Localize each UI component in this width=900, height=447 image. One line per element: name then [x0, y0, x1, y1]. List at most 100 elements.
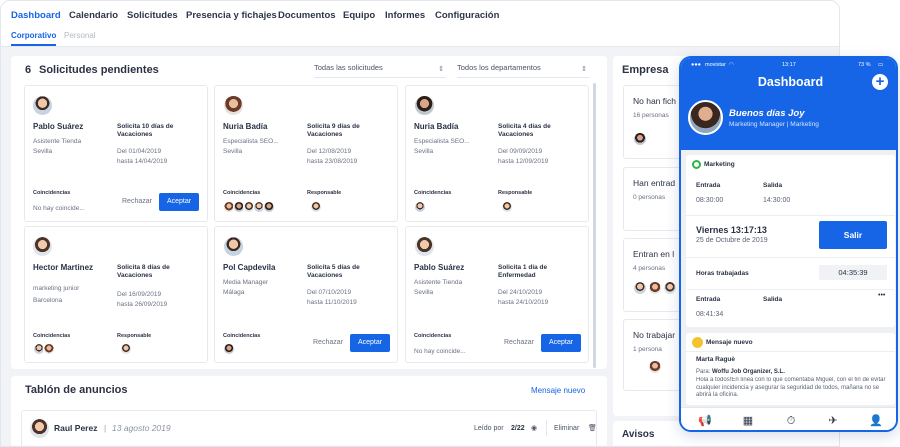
employee-city: Barcelona [33, 297, 63, 304]
date-from: Del 12/08/2019 [307, 148, 352, 155]
more-options-icon[interactable]: ••• [878, 292, 885, 299]
wifi-icon: ◠ [729, 62, 734, 68]
select-chevron-icon: ⇕ [581, 66, 587, 73]
avatar [648, 281, 662, 295]
avatar [633, 132, 647, 146]
message-author: Marta Raguè [696, 356, 736, 363]
employee-city: Sevilla [223, 148, 243, 155]
divider [686, 215, 895, 216]
avatar [30, 419, 49, 438]
nav-calendario[interactable]: Calendario [69, 10, 118, 21]
responsible-label: Responsable [498, 190, 533, 196]
date-from: Del 24/10/2019 [498, 289, 543, 296]
request-card[interactable]: Pol Capdevila Media Manager Málaga Solic… [214, 226, 398, 363]
message-recipient: Woffu Job Organizer, S.L. [712, 369, 785, 375]
requests-scrollbar[interactable] [593, 83, 596, 368]
clock-out-button[interactable]: Salir [819, 221, 887, 249]
request-summary: Solicita 4 días de Vacaciones [498, 123, 551, 138]
reject-button[interactable]: Rechazar [504, 339, 534, 346]
employee-name: Pablo Suárez [33, 122, 84, 131]
status-card-title: Entran en l [633, 249, 675, 259]
current-day: Viernes 13:17:13 [696, 225, 767, 235]
new-message-link[interactable]: Mensaje nuevo [531, 386, 585, 395]
nav-documentos[interactable]: Documentos [278, 10, 336, 21]
delete-button[interactable]: Eliminar [554, 425, 579, 432]
department-select[interactable]: Todos los departamentos ⇕ [457, 63, 589, 78]
coincidences-label: Coincidencias [33, 190, 71, 196]
date-to: hasta 11/10/2019 [307, 299, 357, 306]
date-to: hasta 26/09/2019 [117, 301, 168, 308]
status-card-title: No trabajar [633, 330, 676, 340]
avatar [224, 237, 243, 256]
divider [686, 257, 895, 258]
add-icon[interactable]: + [872, 74, 888, 90]
stopwatch-icon[interactable]: ⏱ [782, 413, 800, 429]
nav-informes[interactable]: Informes [385, 10, 425, 21]
employee-role: Asistente Tienda [414, 279, 463, 286]
current-date: 25 de Octubre de 2019 [696, 237, 768, 244]
hours-worked-label: Horas trabajadas [696, 270, 749, 277]
accept-button[interactable]: Aceptar [350, 334, 390, 352]
status-card-title: Han entrad [633, 178, 676, 188]
tab-personal[interactable]: Personal [64, 31, 96, 40]
request-type-value: Todas las solicitudes [314, 63, 383, 72]
request-card[interactable]: Pablo Suárez Asistente Tienda Sevilla So… [24, 85, 208, 222]
date-to: hasta 24/10/2019 [498, 299, 549, 306]
date-to: hasta 12/09/2019 [498, 158, 549, 165]
employee-role: Especialista SEO... [223, 138, 279, 145]
bulletin-post[interactable]: Raul Perez | 13 agosto 2019 Leído por 2/… [21, 410, 597, 446]
avatar [648, 360, 662, 374]
accept-button[interactable]: Aceptar [541, 334, 581, 352]
tab-corporativo[interactable]: Corporativo [11, 31, 56, 40]
reject-button[interactable]: Rechazar [122, 198, 152, 205]
user-role: Marketing Manager | Marketing [729, 121, 819, 128]
megaphone-icon[interactable]: 📢 [696, 413, 714, 429]
coincidences-label: Coincidencias [223, 190, 261, 196]
status-card-count: 0 personas [633, 194, 666, 201]
nav-solicitudes[interactable]: Solicitudes [127, 10, 178, 21]
employee-city: Sevilla [414, 289, 434, 296]
accept-button[interactable]: Aceptar [159, 193, 199, 211]
nav-presencia[interactable]: Presencia y fichajes [186, 10, 277, 21]
status-time: 13:17 [782, 62, 796, 68]
requests-count: 6 [25, 64, 32, 76]
status-card-count: 4 personas [633, 265, 666, 272]
request-type-select[interactable]: Todas las solicitudes ⇕ [314, 63, 446, 78]
clock-card: Marketing Entrada Salida 08:30:00 14:30:… [686, 155, 895, 301]
eye-icon: ◉ [531, 425, 538, 432]
entry-label: Entrada [696, 182, 721, 189]
signal-icon: ●●● [691, 62, 701, 68]
divider [686, 351, 895, 352]
dept-label: Marketing [704, 161, 735, 168]
date-from: Del 07/10/2019 [307, 289, 352, 296]
nav-equipo[interactable]: Equipo [343, 10, 375, 21]
responsible-avatar [120, 343, 132, 355]
request-card[interactable]: Hector Martinez marketing junior Barcelo… [24, 226, 208, 363]
notices-title: Avisos [622, 429, 655, 440]
exit-time: 14:30:00 [763, 197, 791, 204]
date-to: hasta 23/08/2019 [307, 158, 358, 165]
request-card[interactable]: Pablo Suárez Asistente Tienda Sevilla So… [405, 226, 589, 363]
message-label: Mensaje nuevo [706, 339, 753, 346]
coincidence-avatar [43, 343, 55, 355]
request-summary: Solicita 5 días de Vacaciones [307, 264, 360, 279]
airplane-icon[interactable]: ✈ [824, 413, 842, 429]
user-icon[interactable]: 👤 [867, 413, 885, 429]
request-card[interactable]: Nuria Badía Especialista SEO... Sevilla … [405, 85, 589, 222]
nav-dashboard[interactable]: Dashboard [11, 10, 61, 21]
reject-button[interactable]: Rechazar [313, 339, 343, 346]
read-by-count[interactable]: 2/22 [511, 425, 525, 432]
status-card-title: No han fich [633, 96, 676, 106]
mobile-body: Marketing Entrada Salida 08:30:00 14:30:… [681, 150, 896, 407]
request-summary: Solicita 1 día de Enfermedad [498, 264, 548, 279]
request-summary: Solicita 8 días de Vacaciones [117, 264, 170, 279]
divider [546, 420, 547, 436]
message-card[interactable]: Mensaje nuevo Marta Raguè Para: Woffu Jo… [686, 333, 895, 405]
coincidences-value: No hay coincide... [414, 348, 466, 355]
request-card[interactable]: Nuria Badía Especialista SEO... Sevilla … [214, 85, 398, 222]
calendar-icon[interactable]: ▦ [739, 413, 757, 429]
post-date: 13 agosto 2019 [112, 423, 171, 433]
message-body: Hola a todos!En línea con lo que comenta… [696, 377, 886, 398]
nav-configuracion[interactable]: Configuración [435, 10, 499, 21]
message-to-label: Para: [696, 369, 711, 375]
